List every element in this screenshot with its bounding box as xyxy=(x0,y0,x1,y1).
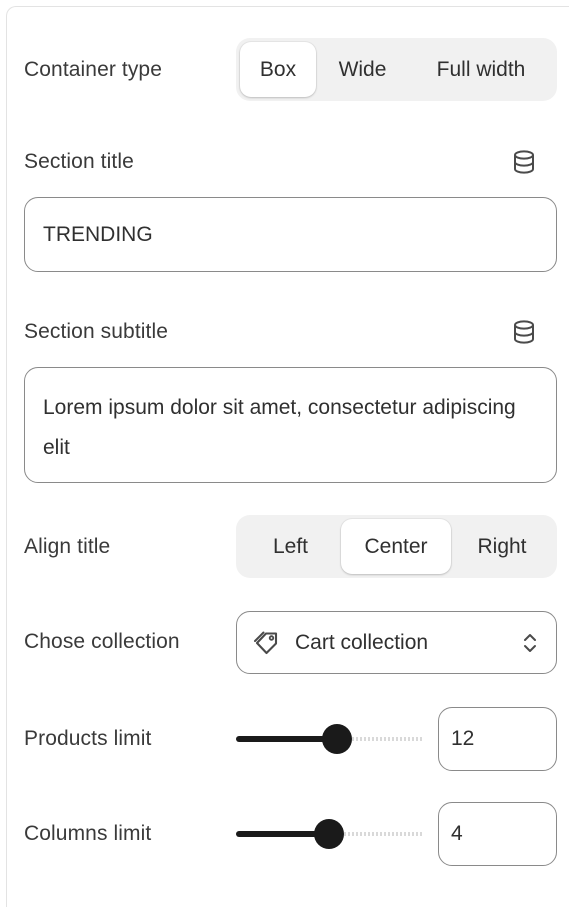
section-title-value: TRENDING xyxy=(43,222,153,246)
columns-limit-input[interactable]: 4 xyxy=(438,802,557,866)
collection-select[interactable]: Cart collection xyxy=(236,611,557,674)
columns-limit-label: Columns limit xyxy=(24,822,152,845)
database-icon[interactable] xyxy=(513,150,535,174)
container-type-segmented-control: Box Wide Full width xyxy=(236,38,557,101)
products-limit-row: Products limit xyxy=(24,719,151,759)
section-subtitle-value: Lorem ipsum dolor sit amet, consectetur … xyxy=(43,396,516,459)
collection-value: Cart collection xyxy=(295,630,429,654)
align-title-segmented-control: Left Center Right xyxy=(236,515,557,578)
products-limit-track xyxy=(352,737,422,741)
align-right-option[interactable]: Right xyxy=(451,519,553,574)
section-title-input[interactable]: TRENDING xyxy=(24,197,557,272)
container-type-label: Container type xyxy=(24,58,162,81)
section-subtitle-label: Section subtitle xyxy=(24,320,169,343)
section-subtitle-textarea[interactable]: Lorem ipsum dolor sit amet, consectetur … xyxy=(24,367,557,483)
columns-limit-slider[interactable] xyxy=(236,819,422,849)
section-subtitle-label-row: Section subtitle xyxy=(24,312,168,352)
align-title-row: Align title xyxy=(24,527,110,567)
columns-limit-row: Columns limit xyxy=(24,814,151,854)
container-type-full-width-option[interactable]: Full width xyxy=(409,42,553,97)
section-title-label: Section title xyxy=(24,150,134,173)
section-title-label-row: Section title xyxy=(24,142,134,182)
products-limit-slider-thumb[interactable] xyxy=(322,724,352,754)
collection-label: Chose collection xyxy=(24,630,180,653)
products-limit-value: 12 xyxy=(451,727,475,750)
columns-limit-track xyxy=(344,832,422,836)
columns-limit-slider-thumb[interactable] xyxy=(314,819,344,849)
collection-row: Chose collection xyxy=(24,622,180,662)
container-type-box-option[interactable]: Box xyxy=(240,42,316,97)
products-limit-label: Products limit xyxy=(24,727,152,750)
align-center-option[interactable]: Center xyxy=(341,519,451,574)
align-left-option[interactable]: Left xyxy=(240,519,341,574)
container-type-row: Container type xyxy=(24,50,162,90)
products-limit-slider[interactable] xyxy=(236,724,422,754)
database-icon[interactable] xyxy=(513,320,535,344)
select-chevrons-icon xyxy=(524,634,536,652)
container-type-wide-option[interactable]: Wide xyxy=(316,42,409,97)
tag-icon xyxy=(254,631,278,654)
columns-limit-value: 4 xyxy=(451,822,463,845)
align-title-label: Align title xyxy=(24,535,111,558)
products-limit-input[interactable]: 12 xyxy=(438,707,557,771)
